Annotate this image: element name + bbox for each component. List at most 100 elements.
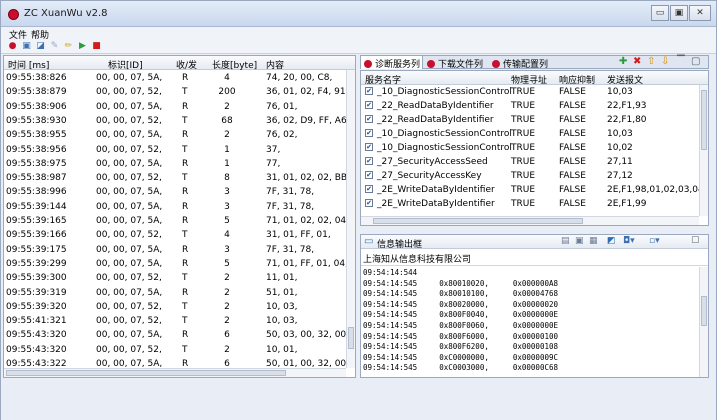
log-row[interactable]: 09:55:38:930 00, 00, 07, 52, T 68 36, 02, D9… (4, 113, 355, 128)
service-row[interactable]: ✔ _10_DiagnosticSessionControl TRUE FALSE 10… (361, 142, 696, 155)
output-vertical-scrollbar[interactable] (699, 267, 708, 377)
stop-icon[interactable]: ● (7, 41, 18, 52)
suppress-response: FALSE (559, 115, 586, 125)
pin-icon[interactable]: ◩ (607, 236, 616, 246)
physical-addr: TRUE (511, 101, 536, 111)
log-horizontal-scrollbar[interactable] (4, 368, 346, 377)
down-icon[interactable]: ⇩ (661, 56, 669, 67)
log-row[interactable]: 09:55:38:996 00, 00, 07, 5A, R 3 7F, 31, 78, (4, 184, 347, 199)
log-row[interactable]: 09:55:39:319 00, 00, 07, 5A, R 2 51, 01, (4, 285, 347, 300)
menu-bar: 文件 帮助 (1, 27, 716, 41)
service-row[interactable]: ✔ _27_SecurityAccessKey TRUE FALSE 27,12 (361, 170, 696, 183)
open-console-dropdown-icon[interactable]: ▫▾ (649, 236, 660, 246)
log-row[interactable]: 09:55:38:879 00, 00, 07, 52, T 200 36, 01, 0… (4, 84, 355, 99)
log-row[interactable]: 09:55:39:300 00, 00, 07, 52, T 2 11, 01, (4, 270, 347, 285)
log-row[interactable]: 09:55:43:320 00, 00, 07, 52, T 2 10, 01, (4, 342, 347, 357)
up-icon[interactable]: ⇧ (647, 56, 655, 67)
service-row[interactable]: ✔ _10_DiagnosticSessionControl TRUE FALSE 10… (361, 86, 696, 99)
log-cell-time: 09:55:38:955 (6, 130, 67, 141)
service-checkbox[interactable]: ✔ (365, 143, 373, 151)
service-row[interactable]: ✔ _27_SecurityAccessSeed TRUE FALSE 27,11 (361, 156, 696, 169)
add-icon[interactable]: ✚ (619, 56, 627, 67)
log-row[interactable]: 09:55:41:321 00, 00, 07, 52, T 2 10, 03, (4, 313, 347, 328)
log-row[interactable]: 09:55:38:956 00, 00, 07, 52, T 1 37, (4, 142, 347, 157)
output-maximize-icon[interactable]: ▢ (691, 235, 700, 245)
log-row[interactable]: 09:55:43:320 00, 00, 07, 5A, R 6 50, 03, 00,… (4, 327, 355, 342)
pencil-icon[interactable]: ✏ (63, 41, 74, 52)
tab-download-files[interactable]: 下载文件列表 (424, 56, 488, 83)
log-cell-id: 00, 00, 07, 5A, (96, 258, 163, 269)
save-icon[interactable]: ▣ (575, 236, 584, 246)
log-vertical-thumb[interactable] (348, 326, 354, 349)
tab-diagnostic-services[interactable]: 诊断服务列表 (361, 56, 423, 83)
log-row[interactable]: 09:55:38:987 00, 00, 07, 52, T 8 31, 01, 02,… (4, 170, 355, 185)
maximize-icon[interactable]: ▢ (691, 56, 700, 67)
open-icon[interactable]: ▣ (21, 41, 32, 52)
log-row[interactable]: 09:55:39:175 00, 00, 07, 5A, R 3 7F, 31, 78, (4, 242, 347, 257)
output-vertical-thumb[interactable] (701, 296, 707, 327)
copy-icon[interactable]: ▤ (561, 236, 570, 246)
col-physical-addr[interactable]: 物理寻址 (511, 73, 547, 86)
service-checkbox[interactable]: ✔ (365, 101, 373, 109)
log-row[interactable]: 09:55:38:955 00, 00, 07, 5A, R 2 76, 02, (4, 127, 347, 142)
physical-addr: TRUE (511, 129, 536, 139)
services-vertical-scrollbar[interactable] (699, 85, 708, 216)
log-cell-id: 00, 00, 07, 52, (96, 173, 162, 184)
col-service-name[interactable]: 服务名字 (365, 73, 401, 86)
record-stop-icon[interactable]: ■ (91, 41, 102, 52)
service-row[interactable]: ✔ _22_ReadDataByIdentifier TRUE FALSE 22,F1,… (361, 100, 696, 113)
log-row[interactable]: 09:55:38:906 00, 00, 07, 5A, R 2 76, 01, (4, 99, 347, 114)
col-send-msg[interactable]: 发送报文 (607, 73, 643, 86)
service-checkbox[interactable]: ✔ (365, 115, 373, 123)
log-row[interactable]: 09:55:39:166 00, 00, 07, 52, T 4 31, 01, FF,… (4, 227, 347, 242)
log-cell-time: 09:55:38:996 (6, 187, 67, 198)
minimize-button[interactable]: ▭ (651, 5, 669, 21)
service-checkbox[interactable]: ✔ (365, 185, 373, 193)
service-checkbox[interactable]: ✔ (365, 87, 373, 95)
service-checkbox[interactable]: ✔ (365, 199, 373, 207)
log-cell-dir: T (182, 115, 188, 126)
log-vertical-scrollbar[interactable] (346, 70, 355, 368)
log-row[interactable]: 09:55:39:144 00, 00, 07, 5A, R 3 7F, 31, 78, (4, 199, 347, 214)
output-minimize-icon[interactable]: ▔ (677, 235, 684, 245)
play-icon[interactable]: ▶ (77, 41, 88, 52)
log-row[interactable]: 09:55:39:165 00, 00, 07, 5A, R 5 71, 01, 02,… (4, 213, 349, 228)
maximize-button[interactable]: ▣ (670, 5, 688, 21)
service-row[interactable]: ✔ _22_ReadDataByIdentifier TRUE FALSE 22,F1,… (361, 114, 696, 127)
service-checkbox[interactable]: ✔ (365, 171, 373, 179)
output-timestamp: 09:54:14:545 (363, 278, 418, 288)
service-checkbox[interactable]: ✔ (365, 129, 373, 137)
col-suppress[interactable]: 响应抑制 (559, 73, 595, 86)
display-dropdown-icon[interactable]: ◘▾ (623, 236, 635, 246)
chart-icon[interactable]: ◪ (35, 41, 46, 52)
log-cell-time: 09:55:38:930 (6, 115, 67, 126)
services-header: 服务名字 物理寻址 响应抑制 发送报文 (361, 71, 708, 86)
log-cell-dir: T (182, 230, 188, 241)
tab-transfer-config[interactable]: 传输配置列表 (489, 56, 555, 83)
list-icon[interactable]: ▦ (589, 236, 598, 246)
edit-icon[interactable]: ✎ (49, 41, 60, 52)
minimize-icon[interactable]: ▔ (677, 56, 685, 67)
service-name: _10_DiagnosticSessionControl (377, 87, 512, 97)
close-button[interactable]: ✕ (689, 5, 711, 21)
log-row[interactable]: 09:55:38:826 00, 00, 07, 5A, R 4 74, 20, 00,… (4, 70, 347, 85)
service-checkbox[interactable]: ✔ (365, 157, 373, 165)
log-cell-id: 00, 00, 07, 5A, (96, 101, 163, 112)
log-horizontal-thumb[interactable] (6, 370, 286, 376)
log-cell-dir: R (182, 101, 189, 112)
log-cell-content: 36, 02, D9, FF, A6, C1, DC, (266, 115, 355, 126)
output-line: 09:54:14:545 0xC0003000, 0x00000C68 (363, 363, 558, 372)
log-row[interactable]: 09:55:39:299 00, 00, 07, 5A, R 5 71, 01, FF,… (4, 256, 348, 271)
log-row[interactable]: 09:55:38:975 00, 00, 07, 5A, R 1 77, (4, 156, 347, 171)
delete-icon[interactable]: ✖ (633, 56, 641, 67)
services-horizontal-thumb[interactable] (373, 218, 583, 224)
service-row[interactable]: ✔ _2E_WriteDataByIdentifier TRUE FALSE 2E,F1… (361, 198, 696, 211)
services-vertical-thumb[interactable] (701, 90, 707, 150)
service-row[interactable]: ✔ _2E_WriteDataByIdentifier TRUE FALSE 2E,F1… (361, 184, 708, 197)
services-horizontal-scrollbar[interactable] (361, 216, 699, 225)
service-row[interactable]: ✔ _10_DiagnosticSessionControl TRUE FALSE 10… (361, 128, 696, 141)
log-cell-id: 00, 00, 07, 52, (96, 316, 162, 327)
physical-addr: TRUE (511, 171, 536, 181)
app-window: ZC XuanWu v2.8 ▭ ▣ ✕ 文件 帮助 ● ▣ ◪ ✎ ✏ ▶ ■… (0, 0, 717, 420)
log-row[interactable]: 09:55:39:320 00, 00, 07, 52, T 2 10, 03, (4, 299, 347, 314)
